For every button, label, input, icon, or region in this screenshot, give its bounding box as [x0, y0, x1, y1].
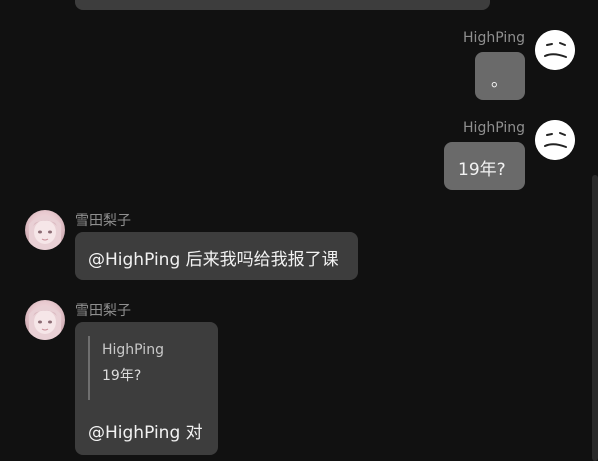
- scrollbar[interactable]: [592, 175, 598, 461]
- anime-girl-avatar-icon: [29, 216, 61, 250]
- sender-name: HighPing: [463, 120, 525, 136]
- quoted-sender: HighPing: [102, 342, 164, 358]
- message-bubble[interactable]: 19年?: [444, 142, 525, 190]
- message-text: @HighPing 后来我吗给我报了课: [88, 250, 339, 270]
- sender-name: 雪田梨子: [75, 213, 131, 229]
- message-bubble[interactable]: @HighPing 后来我吗给我报了课: [75, 232, 358, 280]
- chat-area: HighPing 。 HighPing 19年? 雪田梨子 @HighPing …: [0, 0, 598, 461]
- anime-girl-avatar-icon: [29, 306, 61, 340]
- message-bubble[interactable]: HighPing 19年? @HighPing 对: [75, 322, 218, 455]
- sender-name: HighPing: [463, 30, 525, 46]
- message-text: 。: [491, 71, 508, 91]
- message-text: @HighPing 对: [88, 423, 203, 443]
- neutral-face-icon: [535, 30, 575, 70]
- avatar[interactable]: [535, 30, 575, 70]
- avatar[interactable]: [25, 300, 65, 340]
- neutral-face-icon: [535, 120, 575, 160]
- previous-message-bubble[interactable]: [75, 0, 490, 10]
- message-bubble[interactable]: 。: [475, 52, 525, 100]
- quoted-message[interactable]: HighPing 19年?: [88, 336, 164, 400]
- message-text: 19年?: [458, 160, 506, 180]
- avatar[interactable]: [535, 120, 575, 160]
- sender-name: 雪田梨子: [75, 303, 131, 319]
- avatar[interactable]: [25, 210, 65, 250]
- quoted-text: 19年?: [102, 368, 142, 384]
